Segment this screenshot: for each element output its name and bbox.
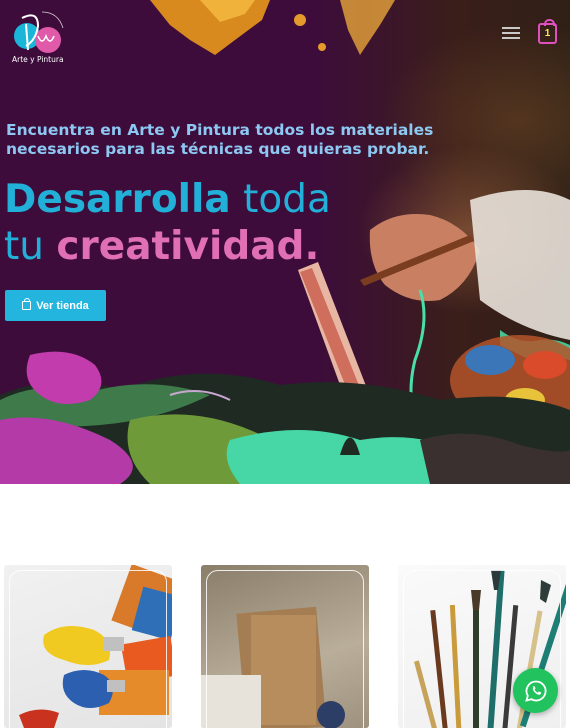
hero-banner: Arte y Pintura 1 Encuentra en Arte y Pin…	[0, 0, 570, 484]
cart-count: 1	[544, 28, 551, 39]
category-cards	[0, 565, 570, 728]
hero-subtitle: Encuentra en Arte y Pintura todos los ma…	[6, 121, 434, 158]
headline-word: creatividad.	[56, 224, 320, 269]
hamburger-icon[interactable]	[502, 27, 520, 41]
category-card-paint-tubes[interactable]	[4, 565, 172, 728]
logo-text: Arte y Pintura	[12, 55, 64, 64]
card-frame	[9, 570, 167, 728]
whatsapp-icon	[524, 680, 546, 702]
cart-button[interactable]: 1	[538, 19, 557, 44]
shopping-bag-icon	[22, 298, 32, 310]
headline-word: toda	[230, 177, 331, 222]
shop-button-label: Ver tienda	[36, 299, 89, 312]
card-frame	[206, 570, 364, 728]
category-card-paper[interactable]	[201, 565, 369, 728]
headline-word: tu	[4, 224, 57, 269]
shop-button[interactable]: Ver tienda	[5, 290, 106, 321]
hero-headline: Desarrolla toda tu creatividad.	[4, 176, 331, 270]
whatsapp-button[interactable]	[513, 668, 558, 713]
headline-word: Desarrolla	[4, 177, 231, 222]
